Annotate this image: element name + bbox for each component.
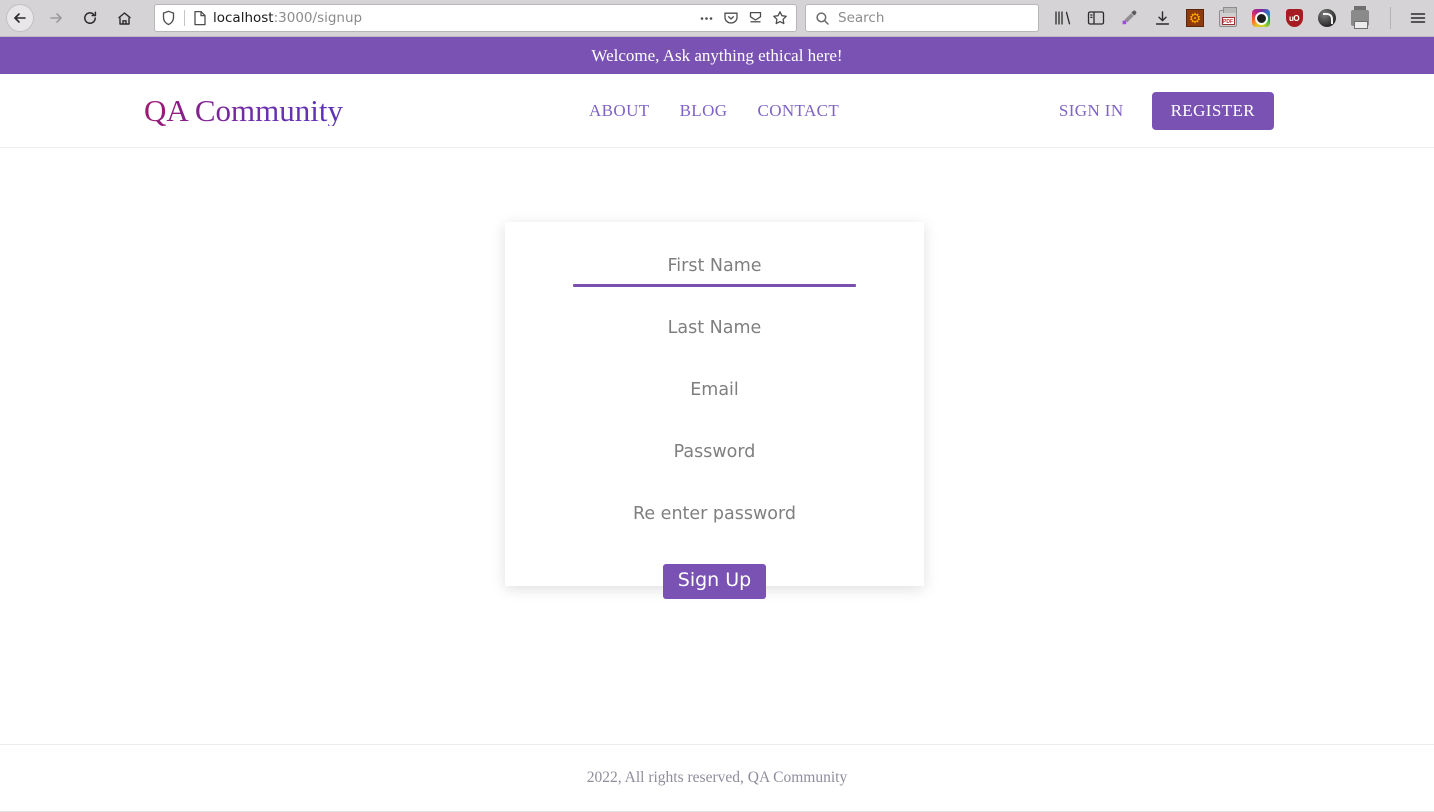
address-bar-divider <box>184 10 185 26</box>
field-password <box>573 438 856 500</box>
email-underline <box>573 408 856 411</box>
sign-in-link[interactable]: SIGN IN <box>1059 101 1124 121</box>
downloads-icon[interactable] <box>1152 8 1172 28</box>
home-icon <box>117 11 131 25</box>
screenshot-camera-icon[interactable] <box>1251 8 1271 28</box>
main-navigation: ABOUT BLOG CONTACT <box>589 101 839 121</box>
password-underline <box>573 470 856 473</box>
browser-extension-toolbar: ⚙ PDF uO <box>1053 6 1428 29</box>
search-bar[interactable]: Search <box>805 4 1039 32</box>
submit-row: Sign Up <box>573 564 856 599</box>
address-bar[interactable]: localhost:3000/signup <box>154 4 797 32</box>
pdf-printer-icon[interactable]: PDF <box>1218 6 1238 28</box>
library-icon[interactable] <box>1053 8 1073 28</box>
reload-icon <box>84 11 97 24</box>
forward-arrow-icon <box>50 13 62 23</box>
reload-button[interactable] <box>74 3 106 33</box>
hamburger-menu-icon[interactable] <box>1408 8 1428 28</box>
eyedropper-icon[interactable] <box>1119 8 1139 28</box>
home-button[interactable] <box>108 3 140 33</box>
navigation-buttons <box>6 3 140 33</box>
nav-item-contact[interactable]: CONTACT <box>757 101 839 121</box>
ellipsis-icon[interactable] <box>699 11 714 26</box>
last-name-underline <box>573 346 856 349</box>
confirm-password-underline <box>573 532 856 535</box>
gear-extension-icon[interactable]: ⚙ <box>1185 8 1205 28</box>
field-first-name <box>573 252 856 314</box>
header-actions: SIGN IN REGISTER <box>1059 91 1274 130</box>
first-name-underline <box>573 284 856 287</box>
sign-up-button[interactable]: Sign Up <box>662 564 767 599</box>
shield-icon[interactable] <box>161 10 176 26</box>
back-arrow-icon <box>14 13 26 23</box>
save-to-icon[interactable] <box>748 10 763 26</box>
site-footer: 2022, All rights reserved, QA Community <box>0 744 1434 812</box>
print-icon[interactable] <box>1350 6 1370 29</box>
welcome-banner-text: Welcome, Ask anything ethical here! <box>591 45 843 65</box>
pocket-icon[interactable] <box>723 10 739 26</box>
browser-toolbar: localhost:3000/signup Search ⚙ PDF uO <box>0 0 1434 37</box>
first-name-input[interactable] <box>573 252 856 284</box>
forward-button[interactable] <box>40 3 72 33</box>
brand-logo[interactable]: QA Community <box>144 95 343 126</box>
star-icon[interactable] <box>772 10 788 26</box>
register-button[interactable]: REGISTER <box>1151 91 1274 130</box>
site-header: QA Community ABOUT BLOG CONTACT SIGN IN … <box>0 74 1434 148</box>
url-path: :3000/signup <box>273 10 363 26</box>
email-input[interactable] <box>573 376 856 408</box>
nav-item-about[interactable]: ABOUT <box>589 101 650 121</box>
url-text[interactable]: localhost:3000/signup <box>207 10 699 26</box>
welcome-banner: Welcome, Ask anything ethical here! <box>0 37 1434 74</box>
ublock-shield-icon[interactable]: uO <box>1284 8 1304 28</box>
page-icon[interactable] <box>193 10 207 26</box>
copyright-text: 2022, All rights reserved, QA Community <box>586 769 848 786</box>
field-last-name <box>573 314 856 376</box>
nav-item-blog[interactable]: BLOG <box>680 101 728 121</box>
back-button[interactable] <box>6 4 34 32</box>
field-email <box>573 376 856 438</box>
signup-form-card: Sign Up <box>505 222 924 599</box>
main-content: Sign Up <box>0 148 1434 745</box>
address-bar-icons <box>161 10 207 26</box>
last-name-input[interactable] <box>573 314 856 346</box>
search-input[interactable]: Search <box>838 10 884 26</box>
confirm-password-input[interactable] <box>573 500 856 532</box>
field-confirm-password <box>573 500 856 562</box>
address-bar-actions <box>699 10 790 26</box>
magnifier-icon <box>816 11 829 25</box>
password-input[interactable] <box>573 438 856 470</box>
dark-reader-icon[interactable] <box>1317 8 1337 28</box>
sidebar-icon[interactable] <box>1086 8 1106 28</box>
url-host: localhost <box>213 10 274 26</box>
toolbar-divider <box>1390 7 1391 29</box>
